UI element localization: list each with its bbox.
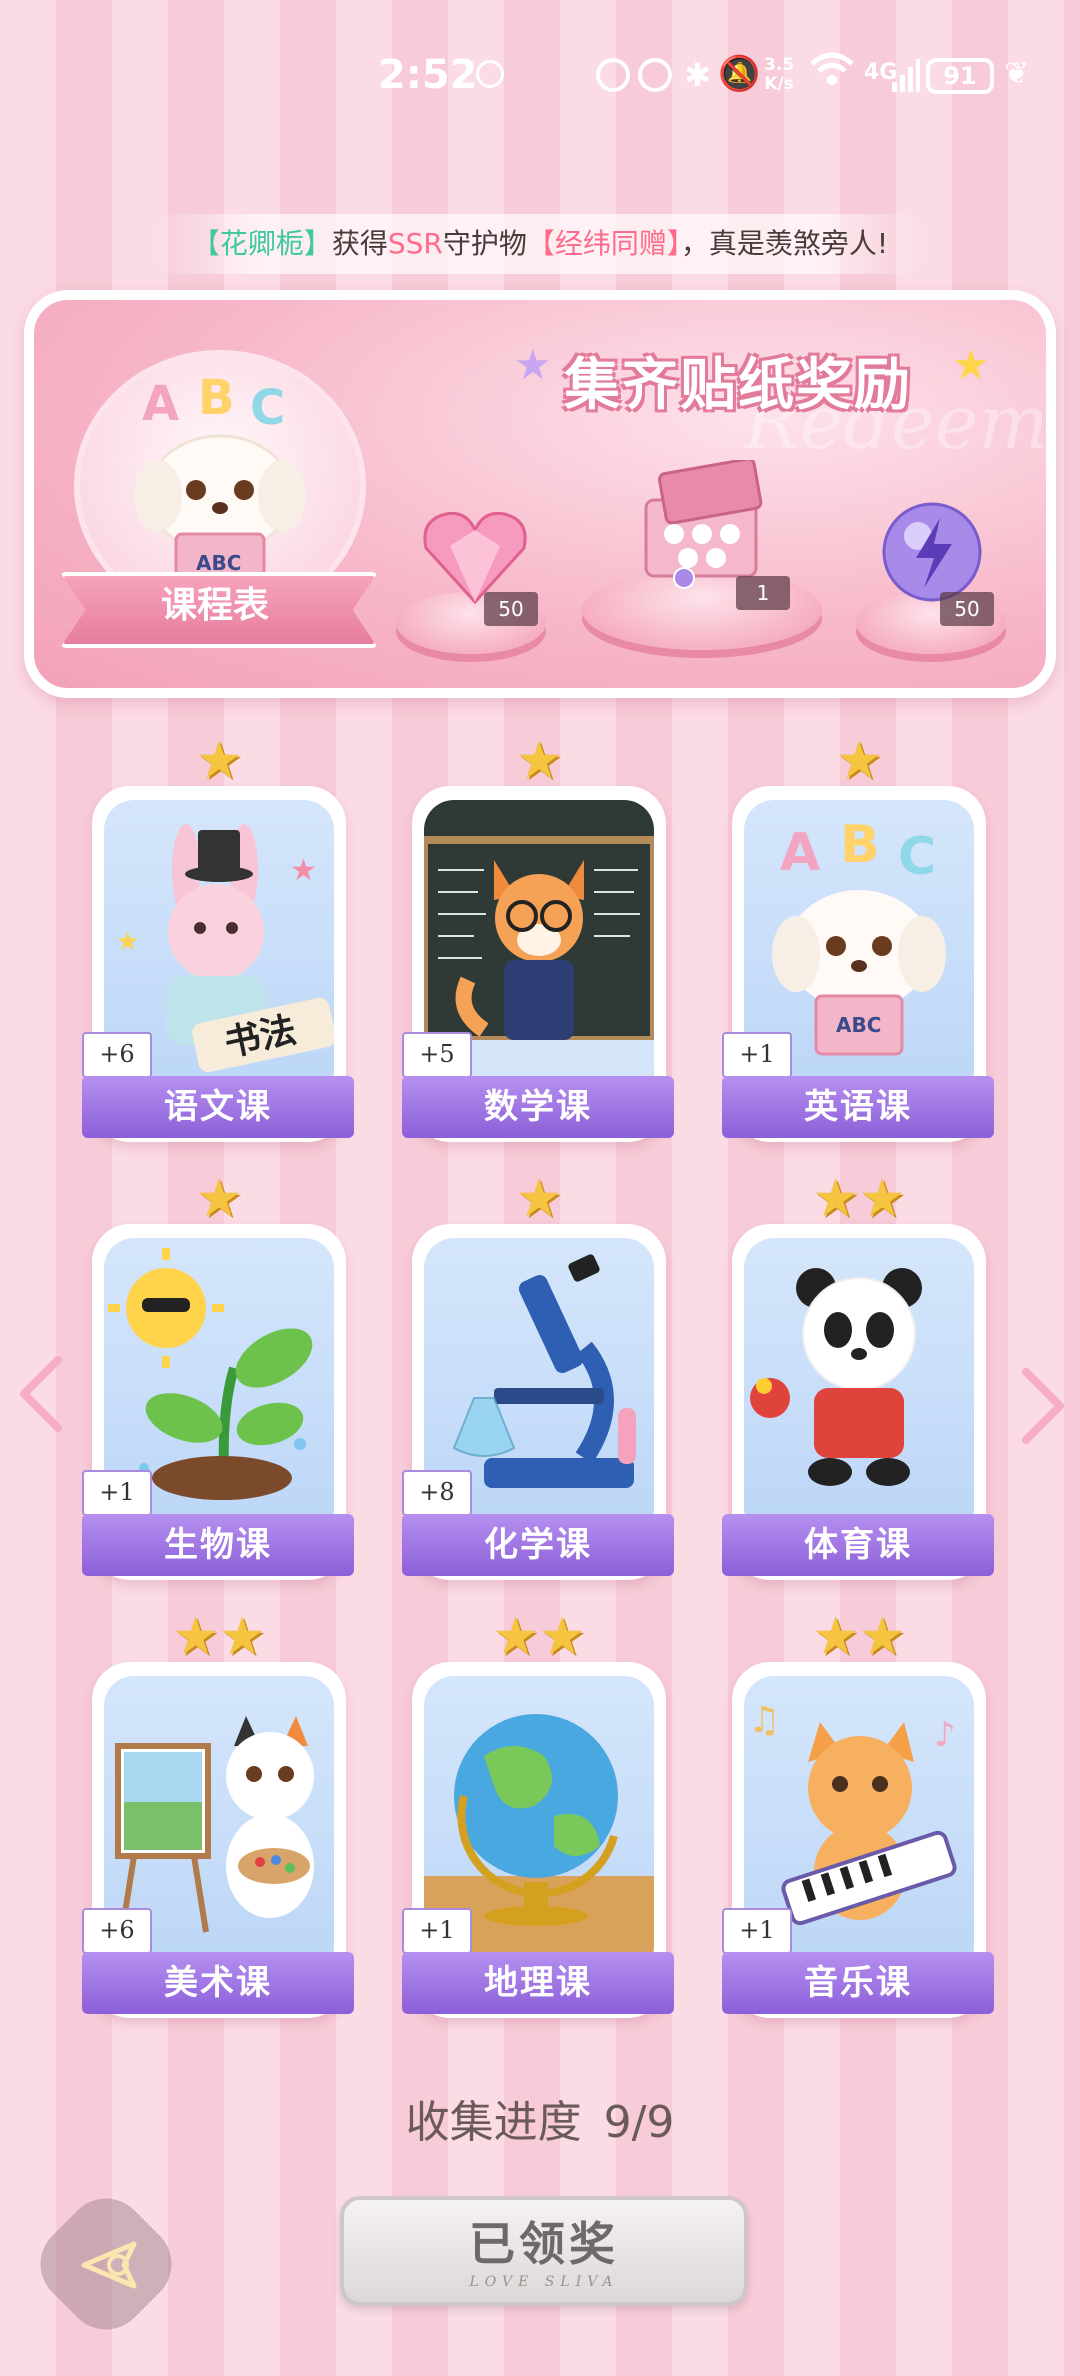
course-card-chinese[interactable]: ★ 书法 ★ ★ +6 语文课 xyxy=(82,734,354,1142)
card-count: +8 xyxy=(402,1470,472,1516)
course-name: 生物课 xyxy=(82,1514,354,1576)
leaf-icon: ❦ xyxy=(1004,56,1030,91)
sticker-reward-banner: Redeem ★ 集齐贴纸奖励 ★ A B C ABC 课程表 50 1 50 xyxy=(24,290,1056,698)
card-star-rating: ★★ xyxy=(172,1607,266,1667)
schedule-button-label[interactable]: 课程表 xyxy=(60,572,370,640)
status-time: 2:52 xyxy=(378,52,478,98)
course-name: 音乐课 xyxy=(722,1952,994,2014)
course-card-biology[interactable]: ★ +1 生物课 xyxy=(82,1172,354,1580)
network-speed: 3.5 K/s xyxy=(764,55,795,94)
course-name: 美术课 xyxy=(82,1952,354,2014)
ticker-text: 守护物 xyxy=(442,227,527,260)
card-count: +1 xyxy=(722,1032,792,1078)
previous-page-arrow-icon[interactable] xyxy=(16,1354,66,1451)
pink-heart-diamond-icon xyxy=(423,511,527,605)
course-card-english[interactable]: ★ A B C ABC +1 英语课 xyxy=(722,734,994,1142)
announcement-ticker: 【花卿栀】获得SSR守护物【经纬同赠】，真是羡煞旁人! xyxy=(148,214,932,274)
card-star-rating: ★ xyxy=(195,731,243,791)
wifi-icon xyxy=(810,50,854,90)
course-card-music[interactable]: ★★ ♫ ♪ +1 音乐课 xyxy=(722,1610,994,2018)
course-card-pe[interactable]: ★★ 体育课 xyxy=(722,1172,994,1580)
n-badge-icon xyxy=(638,58,672,92)
card-star-rating: ★★ xyxy=(492,1607,586,1667)
next-page-arrow-icon[interactable] xyxy=(1018,1366,1068,1463)
svg-text:★: ★ xyxy=(290,853,317,888)
ticker-player: 【花卿栀】 xyxy=(191,227,332,260)
star-icon: ★ xyxy=(514,340,552,389)
claimed-button-label: 已领奖 xyxy=(469,2217,619,2271)
panda-pingpong-icon xyxy=(750,1268,922,1486)
course-name: 数学课 xyxy=(402,1076,674,1138)
gift-box-icon xyxy=(644,460,763,589)
course-name: 体育课 xyxy=(722,1514,994,1576)
course-card-geography[interactable]: ★★ +1 地理课 xyxy=(402,1610,674,2018)
banner-title: 集齐贴纸奖励 xyxy=(564,353,912,418)
svg-text:ABC: ABC xyxy=(836,1013,881,1037)
reward-count: 50 xyxy=(940,592,994,626)
nfc-icon xyxy=(596,58,630,92)
card-count: +6 xyxy=(82,1908,152,1954)
course-card-math[interactable]: ★ +5 数学课 xyxy=(402,734,674,1142)
course-name: 英语课 xyxy=(722,1076,994,1138)
signal-icon xyxy=(892,58,920,92)
card-count: +1 xyxy=(722,1908,792,1954)
bluetooth-icon: ✱ xyxy=(684,56,711,94)
card-star-rating: ★★ xyxy=(812,1169,906,1229)
ticker-item: 【经纬同赠】 xyxy=(526,227,681,260)
card-star-rating: ★★ xyxy=(812,1607,906,1667)
course-card-art[interactable]: ★★ +6 美术课 xyxy=(82,1610,354,2018)
card-count: +1 xyxy=(82,1470,152,1516)
svg-text:B: B xyxy=(840,815,880,875)
svg-text:♫: ♫ xyxy=(748,1700,780,1741)
course-card-chemistry[interactable]: ★ +8 化学课 xyxy=(402,1172,674,1580)
ticker-text: 获得 xyxy=(331,227,388,260)
mute-bell-icon: 🔕 xyxy=(718,54,761,94)
card-count: +5 xyxy=(402,1032,472,1078)
reward-count: 50 xyxy=(484,592,538,626)
card-star-rating: ★ xyxy=(515,731,563,791)
card-star-rating: ★ xyxy=(835,731,883,791)
course-name: 化学课 xyxy=(402,1514,674,1576)
purple-energy-orb-icon xyxy=(882,502,982,602)
svg-text:★: ★ xyxy=(116,927,139,957)
card-star-rating: ★ xyxy=(515,1169,563,1229)
svg-text:B: B xyxy=(198,370,235,426)
course-name: 地理课 xyxy=(402,1952,674,2014)
svg-text:A: A xyxy=(780,823,820,883)
claimed-button-sublabel: LOVE SLIVA xyxy=(469,2274,619,2290)
ticker-rarity: SSR xyxy=(387,227,443,260)
svg-text:C: C xyxy=(898,827,936,887)
card-star-rating: ★ xyxy=(195,1169,243,1229)
card-art-frame xyxy=(744,1238,974,1538)
battery-indicator: 91 xyxy=(926,58,994,94)
svg-text:♪: ♪ xyxy=(934,1715,956,1755)
back-arrow-icon[interactable] xyxy=(74,2230,144,2300)
ticker-text: ，真是羡煞旁人! xyxy=(680,227,889,260)
reward-count: 1 xyxy=(736,576,790,610)
svg-text:A: A xyxy=(142,376,179,432)
card-count: +6 xyxy=(82,1032,152,1078)
svg-text:C: C xyxy=(250,380,285,436)
status-bar: 2:52 ✱ 🔕 3.5 K/s 4G 91 ❦ xyxy=(0,40,1080,120)
progress-label: 收集进度 xyxy=(405,2097,582,2148)
course-name: 语文课 xyxy=(82,1076,354,1138)
collection-progress: 收集进度 9/9 xyxy=(0,2086,1080,2150)
star-icon: ★ xyxy=(952,340,990,389)
claimed-reward-button[interactable]: 已领奖 LOVE SLIVA xyxy=(340,2196,748,2306)
progress-value: 9/9 xyxy=(603,2097,675,2148)
notification-icon xyxy=(476,60,504,88)
card-count: +1 xyxy=(402,1908,472,1954)
